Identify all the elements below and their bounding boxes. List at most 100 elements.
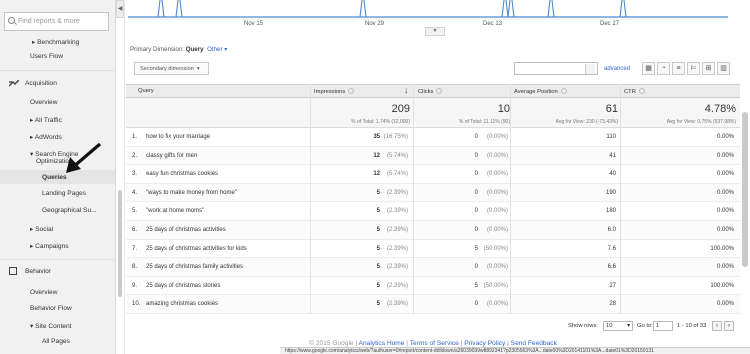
clicks-value: 0 <box>474 227 478 233</box>
sidebar-item-adwords[interactable]: ▸ AdWords <box>30 133 62 141</box>
query-link[interactable]: amazing christmas cookies <box>146 301 218 307</box>
sidebar-item-campaigns[interactable]: ▸ Campaigns <box>30 242 69 250</box>
column-header-impressions[interactable]: Impressions <box>314 88 355 95</box>
row-number: 6. <box>132 227 138 233</box>
sidebar-item-site-content[interactable]: ▾ Site Content <box>30 322 71 330</box>
search-icon[interactable] <box>585 64 595 74</box>
impressions-pct: (2.39%) <box>386 264 408 271</box>
data-table: Query Impressions ↓ Clicks Average Posit… <box>126 84 740 314</box>
sidebar-scrollbar[interactable] <box>118 190 122 297</box>
clicks-value: 0 <box>474 152 478 159</box>
timeline-line <box>128 0 728 20</box>
total-avg-position: 61 <box>605 103 618 115</box>
chart-date-label: Nov 15 <box>244 21 264 27</box>
ctr-value: 100.00% <box>710 245 734 252</box>
query-link[interactable]: 25 days of christmas family activities <box>146 264 243 270</box>
query-link[interactable]: how to fix your marriage <box>146 134 210 140</box>
pie-view-button[interactable]: ◔ <box>657 62 670 75</box>
table-header: Query Impressions ↓ Clicks Average Posit… <box>126 84 740 98</box>
browser-status-url: https://www.google.com/analytics/web/?au… <box>280 347 750 354</box>
help-icon[interactable] <box>560 88 567 94</box>
column-header-ctr[interactable]: CTR <box>624 88 645 95</box>
comparison-view-button[interactable]: ⊨ <box>687 62 700 75</box>
report-search-placeholder: Find reports & more <box>18 18 80 25</box>
query-link[interactable]: 25 days of christmas activities <box>146 227 226 233</box>
impressions-pct: (5.74%) <box>386 171 408 178</box>
sidebar-item-beh-overview[interactable]: Overview <box>30 289 57 296</box>
sidebar-item-all-traffic[interactable]: ▸ All Traffic <box>30 116 62 124</box>
row-number: 8. <box>132 264 138 271</box>
ctr-value: 0.00% <box>716 171 734 178</box>
total-ctr-sub: Avg for View: 0.75% (537.98%) <box>666 119 736 125</box>
sidebar-item-acq-overview[interactable]: Overview <box>30 99 57 106</box>
sidebar-section-acquisition[interactable]: Acquisition <box>25 80 57 87</box>
goto-label: Go to: <box>637 323 653 329</box>
clicks-pct: (50.00%) <box>483 282 508 289</box>
table-filter-input[interactable] <box>514 62 598 75</box>
column-header-clicks[interactable]: Clicks <box>418 88 443 95</box>
sidebar-section-behavior[interactable]: Behavior <box>25 268 51 275</box>
query-link[interactable]: easy fun christmas cookies <box>146 171 218 177</box>
clicks-value: 5 <box>474 245 478 252</box>
primary-dimension-value[interactable]: Query <box>186 46 204 53</box>
impressions-value: 5 <box>376 189 380 196</box>
sidebar-item-landing-pages[interactable]: Landing Pages <box>42 190 86 197</box>
help-icon[interactable] <box>348 88 355 94</box>
help-icon[interactable] <box>436 88 443 94</box>
total-ctr: 4.78% <box>704 103 736 115</box>
sidebar-item-social[interactable]: ▸ Social <box>30 225 53 233</box>
row-number: 9. <box>132 282 138 289</box>
help-icon[interactable] <box>638 88 645 94</box>
impressions-value: 12 <box>373 152 380 159</box>
sidebar-item-queries[interactable]: Queries <box>42 174 67 181</box>
prev-page-button[interactable]: ‹ <box>712 321 722 331</box>
goto-input[interactable]: 1 <box>653 321 673 331</box>
query-link[interactable]: 25 days of christmas stories <box>146 283 220 289</box>
impressions-value: 12 <box>373 171 380 178</box>
query-link[interactable]: classy gifts for men <box>146 153 197 159</box>
terms-link[interactable]: Terms of Service <box>410 340 459 347</box>
analytics-home-link[interactable]: Analytics Home <box>359 340 405 347</box>
sidebar-item-all-pages[interactable]: All Pages <box>42 338 70 345</box>
column-header-avg-position[interactable]: Average Position <box>514 88 567 95</box>
advanced-filter-link[interactable]: advanced <box>604 66 630 72</box>
main-scrollbar[interactable] <box>742 112 748 267</box>
ctr-value: 0.00% <box>716 189 734 196</box>
sidebar-item-behavior-flow[interactable]: Behavior Flow <box>30 305 72 312</box>
secondary-dimension-dropdown[interactable]: Secondary dimension ▾ <box>134 62 209 75</box>
impressions-pct: (5.74%) <box>386 152 408 159</box>
query-link[interactable]: "work at home moms" <box>146 208 204 214</box>
sidebar-item-geographical[interactable]: Geographical Su... <box>42 207 97 214</box>
report-search-input[interactable]: Find reports & more <box>4 12 109 31</box>
sort-arrow-icon[interactable]: ↓ <box>404 86 408 95</box>
ctr-value: 0.00% <box>716 301 734 308</box>
query-link[interactable]: 25 days of christmas activities for kids <box>146 246 247 252</box>
impressions-pct: (16.75%) <box>383 134 408 140</box>
chart-expand-handle[interactable]: ▼ <box>425 27 445 36</box>
impressions-value: 5 <box>376 227 380 233</box>
other-dimension-dropdown[interactable]: Other ▾ <box>207 46 227 53</box>
sidebar-item-users-flow[interactable]: Users Flow <box>30 53 63 60</box>
total-impressions-sub: % of Total: 1.74% (12,000) <box>351 119 410 125</box>
pivot-view-button[interactable]: ▥ <box>717 62 730 75</box>
send-feedback-link[interactable]: Send Feedback <box>511 340 557 347</box>
privacy-link[interactable]: Privacy Policy <box>464 340 505 347</box>
avg-position-value: 40 <box>609 171 616 178</box>
sidebar-item-benchmarking[interactable]: ▸ Benchmarking <box>32 38 79 46</box>
table-view-button[interactable]: ▦ <box>642 62 655 75</box>
sidebar: Find reports & more ▸ Benchmarking Users… <box>0 0 116 354</box>
performance-view-button[interactable]: ≡ <box>672 62 685 75</box>
table-row: 2. classy gifts for men 12 (5.74%) 0 (0.00%) 4… <box>126 146 740 166</box>
clicks-pct: (0.00%) <box>486 189 508 196</box>
next-page-button[interactable]: › <box>724 321 734 331</box>
column-header-query[interactable]: Query <box>138 88 154 94</box>
term-cloud-view-button[interactable]: ⊞ <box>702 62 715 75</box>
show-rows-select[interactable]: 10 ▾ <box>603 321 633 331</box>
query-link[interactable]: "ways to make money from home" <box>146 190 237 196</box>
ctr-value: 0.00% <box>716 264 734 271</box>
clicks-value: 5 <box>474 282 478 289</box>
clicks-value: 0 <box>474 208 478 215</box>
table-row: 4. "ways to make money from home" 5 (2.39%)… <box>126 183 740 203</box>
collapse-sidebar-button[interactable]: ◀ <box>116 0 124 18</box>
chart-date-label: Dec 27 <box>600 21 620 27</box>
